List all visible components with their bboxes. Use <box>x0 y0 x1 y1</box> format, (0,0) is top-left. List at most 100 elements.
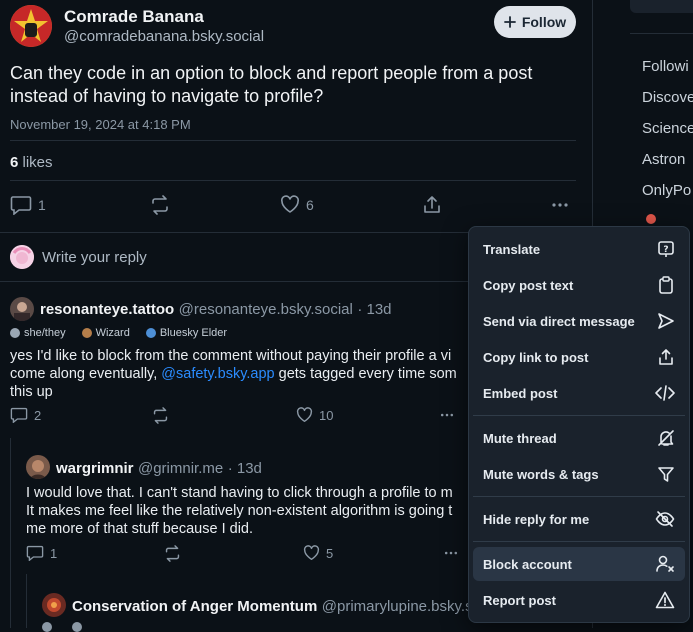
reply-text-line: come along eventually, @safety.bsky.app … <box>10 365 470 383</box>
follow-label: Follow <box>521 14 567 30</box>
divider <box>10 140 576 141</box>
thread-line <box>26 574 27 628</box>
reply-author-name[interactable]: wargrimnir <box>56 460 134 477</box>
like-button[interactable]: 6 <box>280 195 314 214</box>
menu-item-copy-post-text[interactable]: Copy post text <box>473 268 685 302</box>
post-date[interactable]: November 19, 2024 at 4:18 PM <box>10 117 191 132</box>
divider <box>630 33 693 34</box>
reply-text: I would love that. I can't stand having … <box>26 484 470 538</box>
badge-icon <box>145 328 156 338</box>
reply-header: resonanteye.tattoo @resonanteye.bsky.soc… <box>40 301 392 319</box>
reply-count: 1 <box>50 545 58 561</box>
reply-text-line: It makes me feel like the relatively non… <box>26 503 453 519</box>
thread-line <box>10 438 11 628</box>
repost-icon <box>150 195 170 215</box>
badge-label: Bluesky Elder <box>159 327 228 339</box>
plus-icon <box>503 16 516 28</box>
menu-item-report-post[interactable]: Report post <box>473 583 685 617</box>
author-name[interactable]: Comrade Banana <box>64 7 204 27</box>
reply-author-name[interactable]: Conservation of Anger Momentum <box>72 598 317 615</box>
menu-item-label: Embed post <box>483 385 558 401</box>
post-text: Can they code in an option to block and … <box>10 63 533 106</box>
menu-item-translate[interactable]: Translate ? <box>473 232 685 266</box>
heart-icon <box>296 407 313 423</box>
reply-button[interactable]: 1 <box>10 195 46 215</box>
my-avatar <box>10 245 34 269</box>
menu-item-send-dm[interactable]: Send via direct message <box>473 304 685 338</box>
mention-link[interactable]: @safety.bsky.app <box>161 366 274 382</box>
badge: Wizard <box>81 327 130 339</box>
like-button[interactable]: 10 <box>296 407 333 423</box>
badge-label: she/they <box>24 327 66 339</box>
follow-button[interactable]: Follow <box>494 6 576 38</box>
reply-avatar[interactable] <box>10 297 34 321</box>
author-handle[interactable]: @comradebanana.bsky.social <box>64 28 264 45</box>
menu-item-block-account[interactable]: Block account <box>473 547 685 581</box>
sidebar-feed-link[interactable]: Astron <box>642 151 685 168</box>
more-options-button[interactable] <box>438 407 456 423</box>
heart-icon <box>303 545 320 561</box>
menu-item-copy-link[interactable]: Copy link to post <box>473 340 685 374</box>
sidebar-feed-link[interactable]: Science <box>642 120 693 137</box>
author-avatar[interactable] <box>10 5 52 47</box>
reply-button[interactable]: 2 <box>10 407 41 423</box>
menu-item-mute-words[interactable]: Mute words & tags <box>473 457 685 491</box>
more-options-button[interactable] <box>442 545 460 561</box>
menu-item-hide-reply[interactable]: Hide reply for me <box>473 502 685 536</box>
share-button[interactable] <box>422 195 442 215</box>
reply-text-segment: come along eventually, <box>10 366 162 382</box>
menu-item-mute-thread[interactable]: Mute thread <box>473 421 685 455</box>
sidebar-search-box[interactable] <box>630 0 693 13</box>
share-icon <box>657 348 675 366</box>
menu-item-label: Copy post text <box>483 277 574 293</box>
post-options-menu: Translate ? Copy post text Send via dire… <box>468 226 690 623</box>
likes-summary[interactable]: 6 likes <box>10 154 53 171</box>
filter-icon <box>657 465 675 483</box>
warning-icon <box>655 591 675 609</box>
like-count: 10 <box>319 407 334 423</box>
reply-author-name[interactable]: resonanteye.tattoo <box>40 301 174 318</box>
sidebar-feed-link[interactable]: OnlyPo <box>642 182 691 199</box>
repost-button[interactable] <box>152 407 169 424</box>
menu-item-embed-post[interactable]: Embed post <box>473 376 685 410</box>
reply-time[interactable]: · 13d <box>357 301 391 318</box>
mute-icon <box>657 429 675 447</box>
likes-count: 6 <box>10 154 19 171</box>
reply-author-handle[interactable]: @resonanteye.bsky.social <box>179 301 353 318</box>
menu-item-label: Send via direct message <box>483 313 635 329</box>
repost-icon <box>164 545 181 562</box>
ellipsis-icon <box>438 407 456 423</box>
like-button[interactable]: 5 <box>303 545 333 561</box>
reply-composer-input[interactable]: Write your reply <box>42 249 147 266</box>
menu-item-label: Copy link to post <box>483 349 589 365</box>
reply-avatar[interactable] <box>42 593 66 617</box>
sidebar-feed-link[interactable]: Discove <box>642 89 693 106</box>
badge-icon <box>81 328 92 338</box>
repost-button[interactable] <box>150 195 170 215</box>
menu-item-label: Mute thread <box>483 430 557 446</box>
heart-icon <box>280 195 300 214</box>
send-icon <box>657 312 675 330</box>
like-count: 5 <box>326 545 334 561</box>
reply-text-line: yes I'd like to block from the comment w… <box>10 348 452 364</box>
badge: Bluesky Elder <box>145 327 228 339</box>
badge-icon <box>10 328 20 338</box>
reply-author-handle[interactable]: @primarylupine.bsky.so <box>322 598 481 615</box>
reply-author-handle[interactable]: @grimnir.me <box>138 460 223 477</box>
badge-row <box>42 622 82 632</box>
repost-icon <box>152 407 169 424</box>
sidebar-feed-link[interactable]: Followi <box>642 58 689 75</box>
repost-button[interactable] <box>164 545 181 562</box>
reply-header: wargrimnir @grimnir.me · 13d <box>56 460 262 478</box>
reply-count: 2 <box>34 407 42 423</box>
reply-avatar[interactable] <box>26 455 50 479</box>
reply-text-line: I would love that. I can't stand having … <box>26 485 453 501</box>
reply-icon <box>26 545 44 561</box>
more-options-button[interactable] <box>550 195 570 215</box>
reply-button[interactable]: 1 <box>26 545 57 561</box>
pin-icon <box>646 214 656 224</box>
badge: she/they <box>10 327 66 339</box>
reply-time[interactable]: · 13d <box>228 460 262 477</box>
translate-icon: ? <box>657 240 675 258</box>
badge-label: Wizard <box>95 327 130 339</box>
